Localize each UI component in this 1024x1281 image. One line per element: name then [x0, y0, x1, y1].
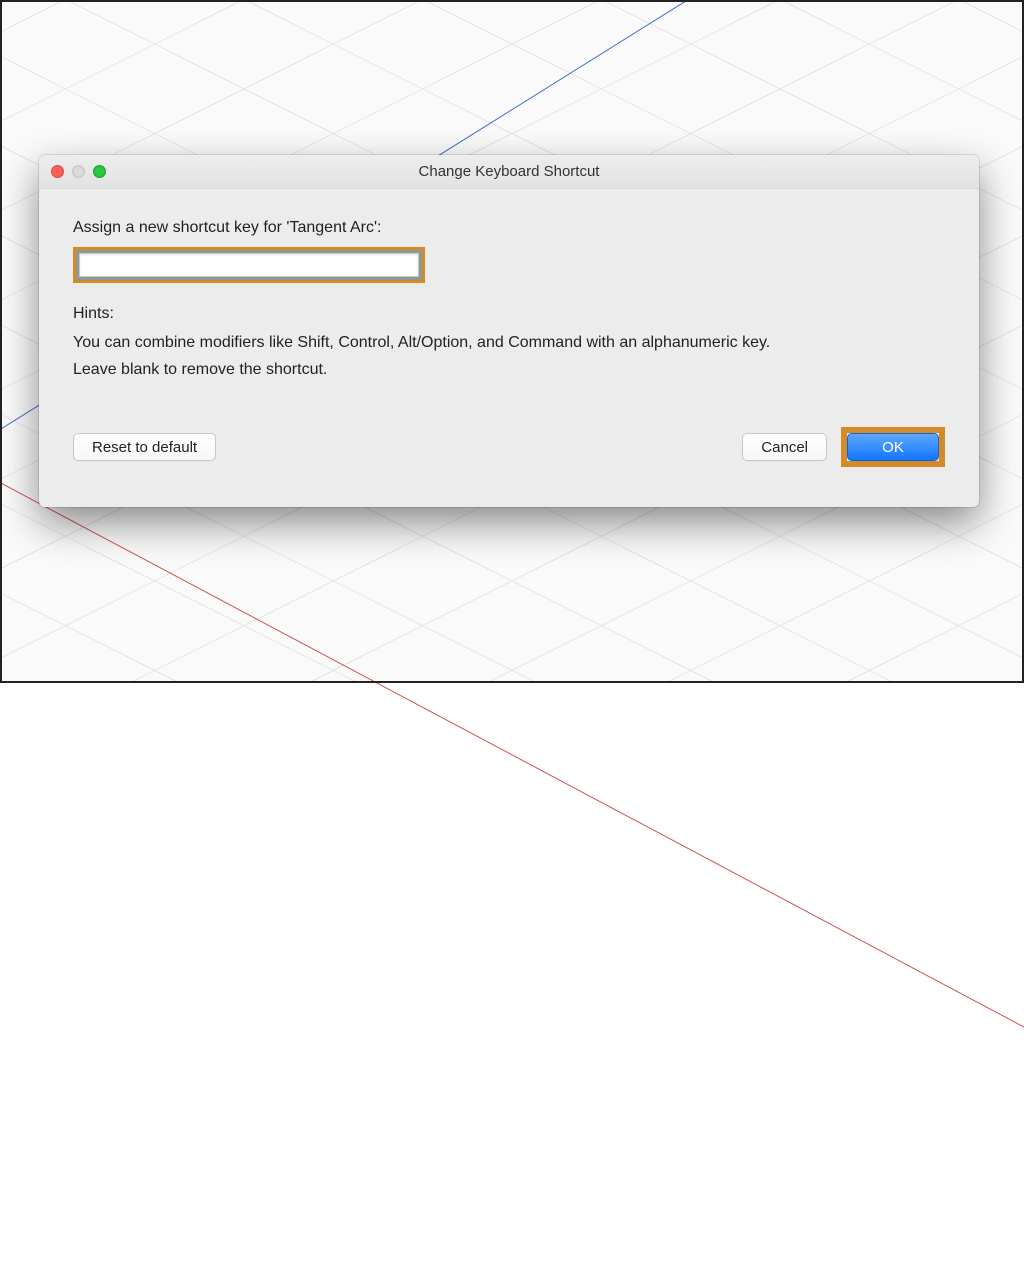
shortcut-dialog: Change Keyboard Shortcut Assign a new sh…: [39, 155, 979, 507]
ok-button[interactable]: OK: [847, 433, 939, 461]
hints-text: You can combine modifiers like Shift, Co…: [73, 329, 945, 383]
cancel-button[interactable]: Cancel: [742, 433, 827, 461]
reset-to-default-button[interactable]: Reset to default: [73, 433, 216, 461]
minimize-window-button: [72, 165, 85, 178]
button-row: Reset to default Cancel OK: [73, 427, 945, 467]
hints-line-2: Leave blank to remove the shortcut.: [73, 361, 327, 378]
hints-heading: Hints:: [73, 305, 945, 323]
zoom-window-button[interactable]: [93, 165, 106, 178]
window-controls: [51, 165, 106, 178]
dialog-content: Assign a new shortcut key for 'Tangent A…: [39, 189, 979, 487]
input-highlight-frame: [73, 247, 425, 283]
hints-line-1: You can combine modifiers like Shift, Co…: [73, 334, 770, 351]
close-window-button[interactable]: [51, 165, 64, 178]
dialog-title: Change Keyboard Shortcut: [419, 163, 600, 180]
dialog-titlebar: Change Keyboard Shortcut: [39, 155, 979, 189]
assign-shortcut-label: Assign a new shortcut key for 'Tangent A…: [73, 219, 945, 237]
shortcut-input[interactable]: [79, 253, 419, 277]
ok-highlight-frame: OK: [841, 427, 945, 467]
